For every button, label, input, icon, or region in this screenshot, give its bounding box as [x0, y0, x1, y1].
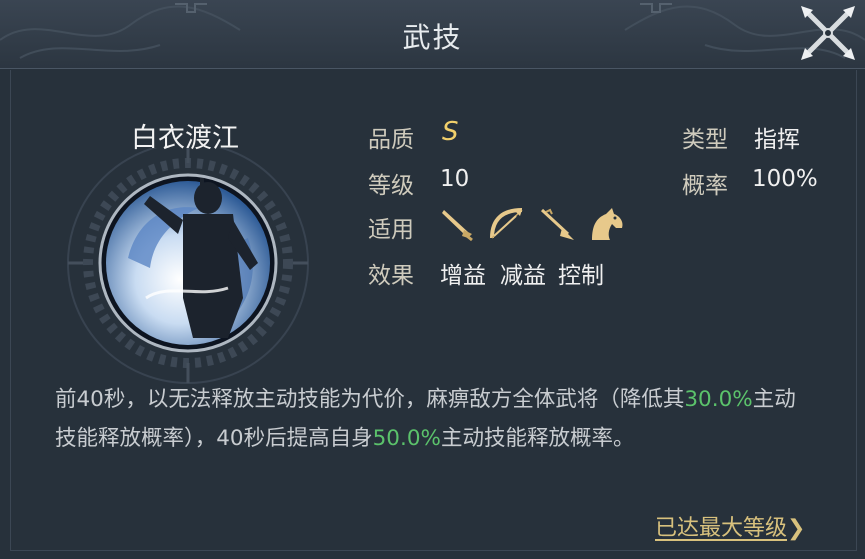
- description-highlight-1: 30.0%: [684, 387, 753, 412]
- description-text-1: 前40秒，以无法释放主动技能为代价，麻痹敌方全体武将（降低其: [55, 387, 685, 412]
- spear-icon: [540, 208, 574, 240]
- type-label: 类型: [682, 127, 728, 153]
- chance-value: 100%: [752, 166, 818, 192]
- quality-label: 品质: [368, 127, 414, 153]
- sword-icon: [442, 210, 473, 242]
- max-level-text[interactable]: 已达最大等级: [655, 516, 787, 541]
- type-value: 指挥: [754, 127, 800, 153]
- level-value: 10: [440, 166, 470, 192]
- effect-label: 效果: [368, 263, 414, 289]
- crossed-swords-close-icon[interactable]: [797, 2, 859, 64]
- description-text-3: 主动技能释放概率。: [440, 426, 635, 451]
- title-bar: 武技: [0, 0, 865, 69]
- quality-value: S: [442, 117, 459, 147]
- level-label: 等级: [368, 173, 414, 199]
- effect-debuff: 减益: [500, 263, 546, 289]
- skill-portrait-icon: [67, 148, 309, 384]
- horse-icon: [592, 208, 623, 240]
- effect-buff: 增益: [440, 263, 486, 289]
- chevron-right-icon[interactable]: ❯: [787, 516, 805, 541]
- bow-icon: [490, 208, 523, 239]
- close-button[interactable]: [797, 2, 859, 64]
- effect-control: 控制: [558, 263, 604, 289]
- chance-label: 概率: [682, 173, 728, 199]
- window-title: 武技: [402, 21, 463, 54]
- applies-label: 适用: [368, 217, 414, 243]
- max-level-link[interactable]: 已达最大等级❯: [655, 510, 805, 542]
- skill-description: 前40秒，以无法释放主动技能为代价，麻痹敌方全体武将（降低其30.0% 主动技能释…: [55, 380, 815, 458]
- description-highlight-2: 50.0%: [372, 426, 441, 451]
